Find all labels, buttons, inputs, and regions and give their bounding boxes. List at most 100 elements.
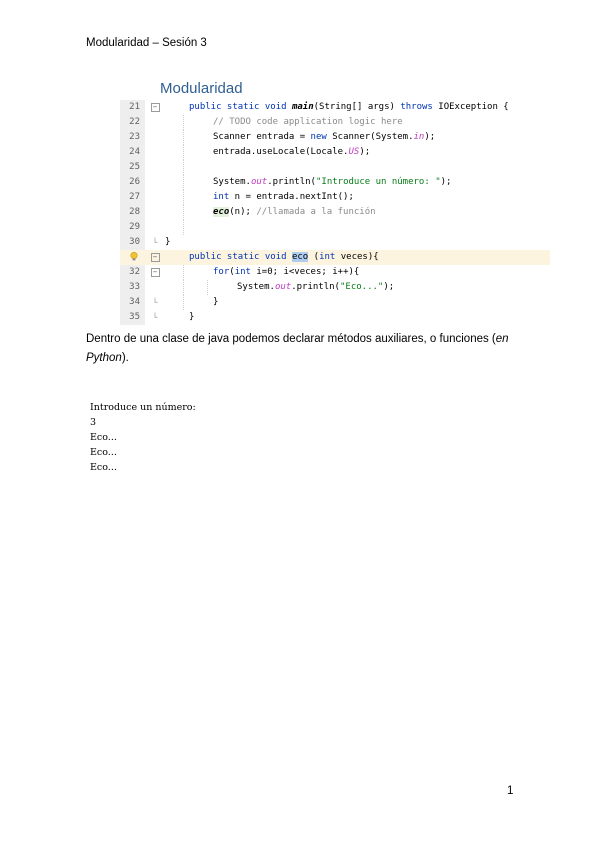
output-line: Eco... — [90, 447, 117, 458]
code-token: int — [213, 192, 230, 202]
code-line: 29 — [120, 220, 550, 235]
fold-collapse-icon[interactable]: − — [150, 103, 160, 112]
code-token: .println( — [291, 282, 340, 292]
code-token: IOException { — [432, 102, 509, 112]
page-header: Modularidad – Sesión 3 — [86, 37, 207, 49]
line-number: 32 — [129, 267, 140, 277]
indent-guide — [183, 145, 184, 160]
code-token: ); — [359, 147, 371, 157]
line-number: 24 — [129, 147, 140, 157]
code-token: } — [189, 312, 195, 322]
line-number: 34 — [129, 297, 140, 307]
code-token: out — [250, 177, 268, 187]
code-token: out — [274, 282, 292, 292]
indent-guide — [183, 175, 184, 190]
line-number: 28 — [129, 207, 140, 217]
code-token: (String[] args) — [313, 102, 401, 112]
line-number: 26 — [129, 177, 140, 187]
body-paragraph: Dentro de una clase de java podemos decl… — [86, 330, 516, 368]
line-number: 29 — [129, 222, 140, 232]
code-line: 26 System.out.println("Introduce un númer… — [120, 175, 550, 190]
code-text: System.out.println("Introduce un número:… — [213, 175, 451, 190]
code-screenshot: 21 − public static void main(String[] args… — [120, 100, 550, 325]
code-token: System. — [213, 177, 251, 187]
code-line: 28 eco(n); //llamada a la función — [120, 205, 550, 220]
indent-guide — [183, 295, 184, 310]
code-text: } — [213, 295, 218, 310]
code-line: 33 System.out.println("Eco..."); — [120, 280, 550, 295]
code-token: n = entrada.nextInt(); — [229, 192, 354, 202]
line-number: 35 — [129, 312, 140, 322]
code-text: Scanner entrada = new Scanner(System.in)… — [213, 130, 435, 145]
code-token: } — [165, 237, 171, 247]
code-line: 30 └} — [120, 235, 550, 250]
code-line: 23 Scanner entrada = new Scanner(System.i… — [120, 130, 550, 145]
fold-end-icon: └ — [152, 298, 158, 307]
page-number: 1 — [507, 785, 514, 797]
code-token: ); — [440, 177, 452, 187]
code-line: 27 int n = entrada.nextInt(); — [120, 190, 550, 205]
code-token: "Eco..." — [339, 282, 384, 292]
line-number: 27 — [129, 192, 140, 202]
fold-collapse-icon[interactable]: − — [150, 268, 160, 277]
code-token: for — [213, 267, 230, 277]
output-line: 3 — [90, 417, 97, 428]
code-token: i=0; i<veces; i++){ — [250, 267, 360, 277]
code-text: public static void eco (int veces){ — [189, 250, 379, 265]
paragraph-end: ). — [121, 352, 129, 364]
code-token: main — [291, 102, 314, 112]
code-token: in — [413, 132, 425, 142]
indent-guide — [207, 280, 208, 295]
line-number: 22 — [129, 117, 140, 127]
code-text: } — [165, 235, 170, 250]
code-token: new — [310, 132, 327, 142]
code-token: eco — [291, 252, 309, 262]
fold-end-icon: └ — [152, 238, 158, 247]
code-text: } — [189, 310, 194, 325]
section-title: Modularidad — [160, 80, 243, 97]
code-text: System.out.println("Eco..."); — [237, 280, 394, 295]
code-token: public static void — [189, 252, 292, 262]
indent-guide — [183, 265, 184, 280]
code-token: (n); — [229, 207, 257, 217]
indent-guide — [183, 280, 184, 295]
line-number: 33 — [129, 282, 140, 292]
output-line: Introduce un número: — [90, 402, 196, 413]
code-token: eco — [213, 207, 230, 217]
indent-guide — [183, 190, 184, 205]
code-token: "Introduce un número: " — [315, 177, 441, 187]
paragraph-text: Dentro de una clase de java podemos decl… — [86, 333, 496, 345]
code-text: // TODO code application logic here — [213, 115, 403, 130]
code-token: US — [348, 147, 360, 157]
code-text: entrada.useLocale(Locale.US); — [213, 145, 370, 160]
fold-collapse-icon[interactable]: − — [150, 253, 160, 262]
code-line: 34 └} — [120, 295, 550, 310]
code-token: // TODO code application logic here — [213, 117, 403, 127]
code-token: entrada.useLocale(Locale. — [213, 147, 349, 157]
indent-guide — [183, 160, 184, 175]
code-line: 35 └} — [120, 310, 550, 325]
code-text: eco(n); //llamada a la función — [213, 205, 376, 220]
code-line: − public static void eco (int veces){ — [120, 250, 550, 265]
code-token: Scanner entrada = — [213, 132, 311, 142]
code-text: for(int i=0; i<veces; i++){ — [213, 265, 359, 280]
code-token: ); — [383, 282, 395, 292]
indent-guide — [183, 115, 184, 130]
line-number: 30 — [129, 237, 140, 247]
lightbulb-hint-icon[interactable] — [130, 252, 138, 261]
line-number: 21 — [129, 102, 140, 112]
code-token: veces){ — [335, 252, 379, 262]
code-token: public static void — [189, 102, 292, 112]
line-number: 25 — [129, 162, 140, 172]
output-line: Eco... — [90, 462, 117, 473]
code-token: System. — [237, 282, 275, 292]
code-token: Scanner(System. — [326, 132, 414, 142]
code-text: public static void main(String[] args) t… — [189, 100, 509, 115]
code-token: ( — [308, 252, 320, 262]
code-line: 21 − public static void main(String[] args… — [120, 100, 550, 115]
code-line: 32 − for(int i=0; i<veces; i++){ — [120, 265, 550, 280]
code-token: int — [234, 267, 251, 277]
code-token: //llamada a la función — [256, 207, 376, 217]
code-token: int — [319, 252, 336, 262]
code-line: 24 entrada.useLocale(Locale.US); — [120, 145, 550, 160]
